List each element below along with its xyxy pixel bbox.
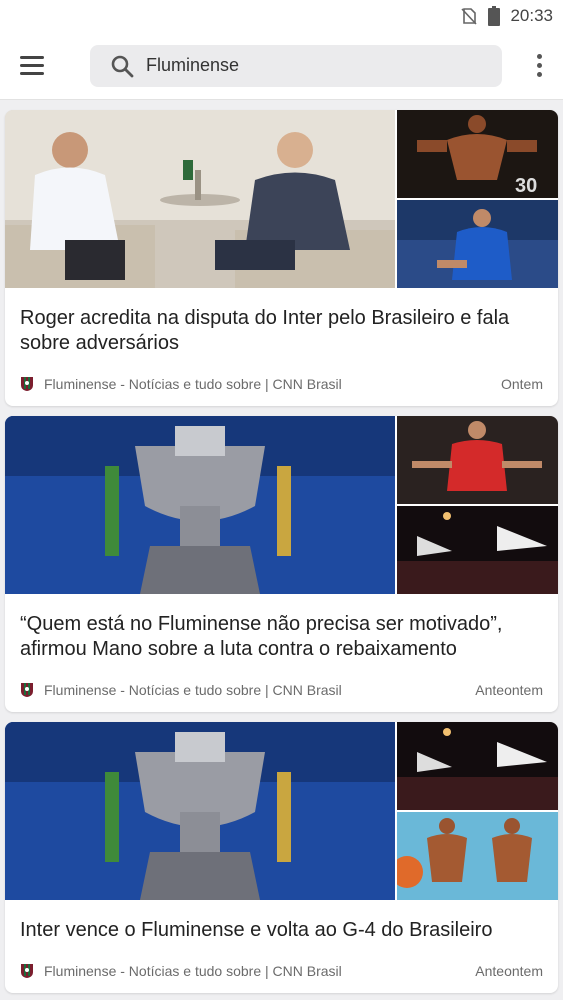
crowd-flags-photo[interactable] [397, 722, 558, 810]
svg-text:30: 30 [515, 175, 537, 197]
hamburger-icon-line [20, 64, 44, 67]
card-image-collage[interactable]: 30 [5, 110, 558, 288]
search-input[interactable] [146, 55, 466, 76]
soccer-player-red-photo[interactable] [397, 416, 558, 504]
app-bar [0, 32, 563, 100]
article-source[interactable]: Fluminense - Notícias e tudo sobre | CNN… [44, 376, 342, 392]
hamburger-icon-line [20, 72, 44, 75]
card-image-collage[interactable] [5, 722, 558, 900]
club-crest-icon [20, 682, 34, 698]
battery-icon [488, 6, 501, 26]
interview-photo[interactable] [5, 110, 395, 288]
trophy-photo[interactable] [5, 722, 395, 900]
hamburger-icon [20, 56, 44, 59]
article-headline[interactable]: Roger acredita na disputa do Inter pelo … [20, 306, 543, 356]
club-crest-icon [20, 963, 34, 979]
clock: 20:33 [510, 6, 553, 25]
status-bar: 20:33 [0, 0, 563, 32]
search-bar[interactable] [90, 44, 502, 87]
bodybuilder-photo[interactable]: 30 [397, 110, 558, 198]
card-image-collage[interactable] [5, 416, 558, 594]
article-headline[interactable]: “Quem está no Fluminense não precisa ser… [20, 612, 543, 662]
no-sim-icon [460, 7, 478, 25]
more-vert-icon-dot [536, 72, 542, 77]
trophy-photo[interactable] [5, 416, 395, 594]
article-date: Ontem [500, 376, 543, 392]
bodybuilders-stage-photo[interactable] [397, 812, 558, 900]
soccer-player-blue-photo[interactable] [397, 200, 558, 288]
article-meta: Fluminense - Notícias e tudo sobre | CNN… [20, 682, 543, 698]
article-headline[interactable]: Inter vence o Fluminense e volta ao G-4 … [20, 918, 543, 943]
news-card[interactable]: Inter vence o Fluminense e volta ao G-4 … [5, 722, 558, 993]
news-card[interactable]: “Quem está no Fluminense não precisa ser… [5, 416, 558, 712]
article-source[interactable]: Fluminense - Notícias e tudo sobre | CNN… [44, 682, 342, 698]
search-icon[interactable] [110, 54, 134, 78]
article-meta: Fluminense - Notícias e tudo sobre | CNN… [20, 963, 543, 979]
article-meta: Fluminense - Notícias e tudo sobre | CNN… [20, 376, 543, 392]
club-crest-icon [20, 376, 34, 392]
crowd-flags-photo[interactable] [397, 506, 558, 594]
more-options-button[interactable] [529, 51, 549, 81]
news-card[interactable]: 30 Roger acredita na disputa do Inter pe… [5, 110, 558, 406]
more-vert-icon [536, 54, 542, 59]
menu-button[interactable] [20, 51, 50, 81]
news-feed[interactable]: 30 Roger acredita na disputa do Inter pe… [0, 100, 563, 993]
article-date: Anteontem [475, 682, 543, 698]
article-date: Anteontem [475, 963, 543, 979]
more-vert-icon-dot [536, 63, 542, 68]
article-source[interactable]: Fluminense - Notícias e tudo sobre | CNN… [44, 963, 342, 979]
